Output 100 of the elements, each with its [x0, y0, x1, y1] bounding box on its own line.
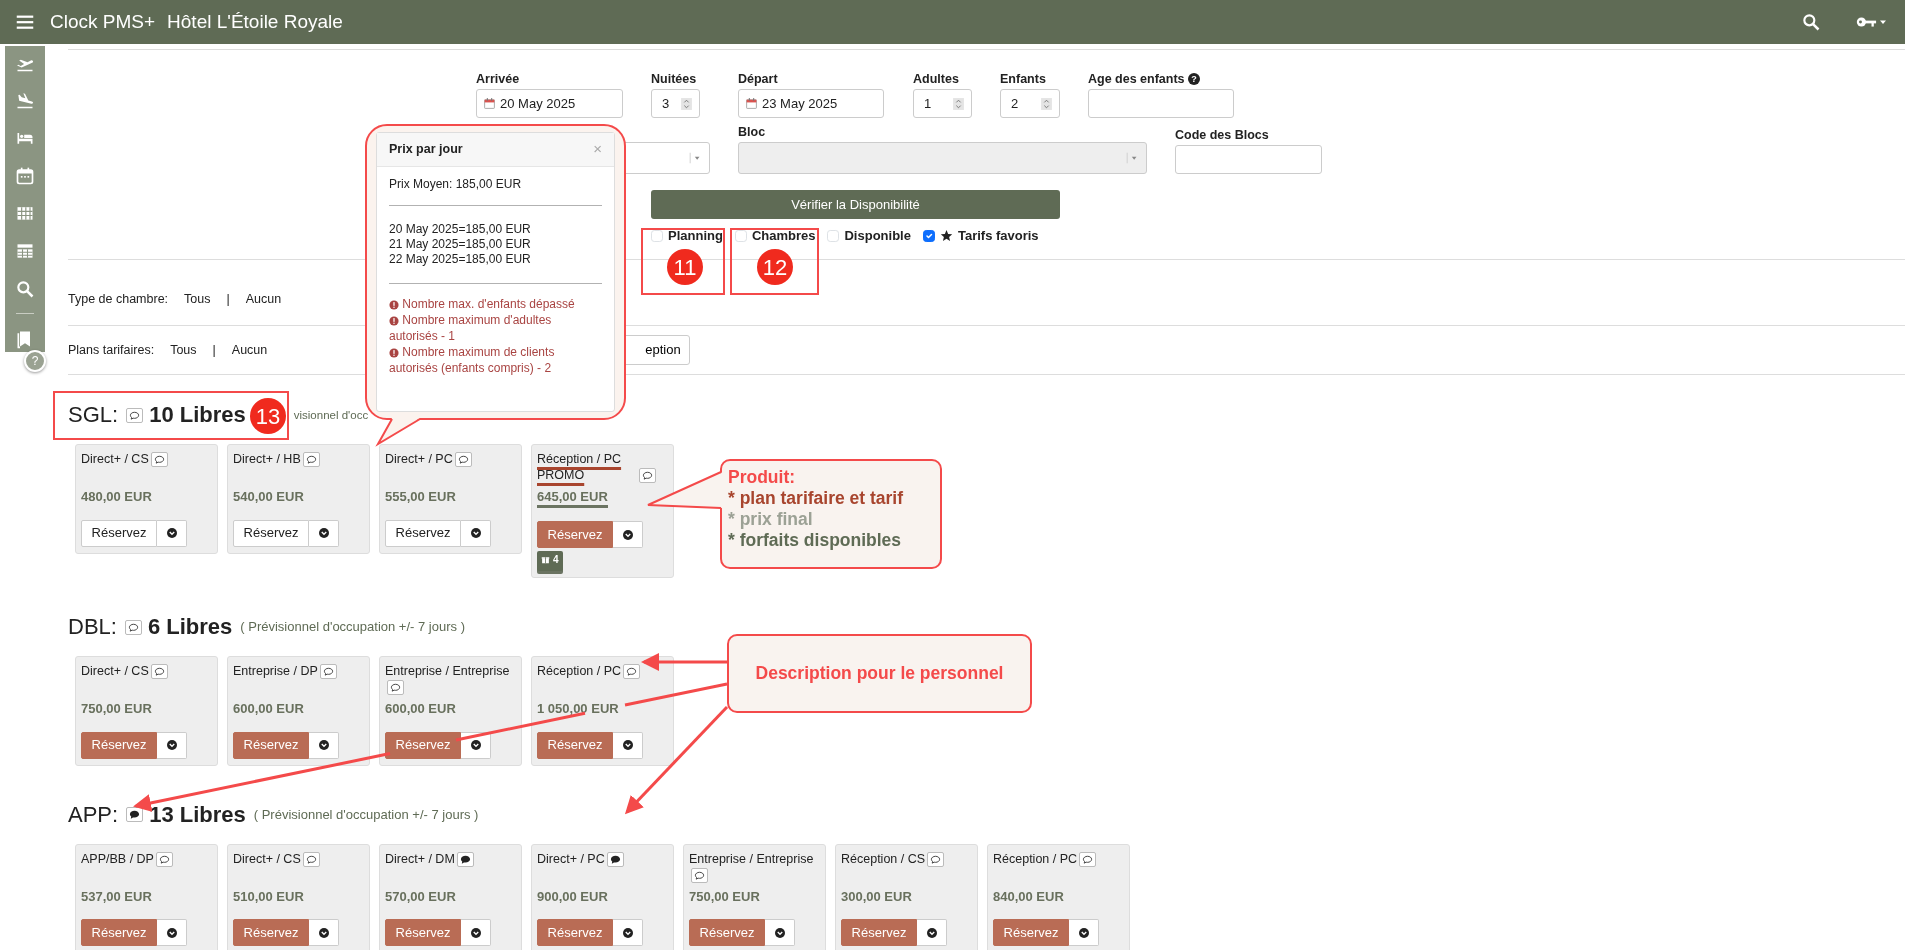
dropdown-button[interactable]	[157, 731, 187, 759]
gift-icon	[541, 555, 550, 564]
dropdown-button[interactable]	[309, 519, 339, 547]
app-title: Clock PMS+	[50, 9, 156, 34]
callout-text: Description pour le personnel	[755, 663, 1004, 684]
rate-plan-name: Réception / PC	[993, 850, 1078, 867]
rate-price: 600,00 EUR	[233, 701, 304, 717]
select-all-link[interactable]: Tous	[184, 290, 211, 309]
hotel-name: Hôtel L'Étoile Royale	[167, 9, 343, 34]
number-field[interactable]: 1	[913, 89, 972, 118]
rate-plan-name: Direct+ / CS	[81, 451, 149, 467]
dropdown-button[interactable]	[157, 919, 187, 946]
number-field[interactable]: 2	[1000, 89, 1060, 118]
checkbox-label: Planning	[668, 227, 723, 245]
dropdown-button[interactable]	[765, 919, 795, 946]
reserve-button[interactable]: Réservez	[385, 919, 461, 946]
text-field[interactable]	[1175, 145, 1322, 174]
rate-price: 540,00 EUR	[233, 489, 304, 505]
date-field[interactable]: 20 May 2025	[476, 89, 623, 118]
dropdown-button[interactable]	[461, 919, 491, 946]
dropdown-button[interactable]	[613, 731, 643, 759]
reserve-button[interactable]: Réservez	[385, 519, 461, 547]
rate-price: 750,00 EUR	[81, 701, 152, 717]
occupancy-forecast-link[interactable]: ( Prévisionnel d'occupation +/- 7 jours )	[253, 801, 479, 828]
dropdown-button[interactable]	[613, 521, 643, 548]
reserve-button[interactable]: Réservez	[537, 521, 613, 548]
checkbox-label: Chambres	[751, 227, 816, 245]
warning-text: Nombre maximum d'adultes autorisés - 1	[389, 311, 553, 344]
field-label: Arrivée	[476, 72, 520, 86]
dropdown-button[interactable]	[461, 519, 491, 547]
field-label: Bloc	[738, 125, 766, 139]
checkbox-label: Disponible	[844, 227, 911, 245]
filter-label: Type de chambre:	[68, 291, 169, 309]
reserve-button[interactable]: Réservez	[81, 519, 157, 547]
field-label: Départ	[738, 72, 778, 86]
chevron-down-icon	[1077, 926, 1090, 939]
dropdown-button[interactable]	[917, 919, 947, 946]
dropdown-button[interactable]	[1069, 919, 1099, 946]
rate-price: 645,00 EUR	[537, 489, 608, 508]
callout-text: * prix final	[728, 509, 814, 530]
average-price-text: Prix Moyen: 185,00 EUR	[389, 175, 523, 193]
rate-plan-name: Direct+ / CS	[233, 850, 301, 867]
warning-text: Nombre max. d'enfants dépassé	[389, 295, 602, 312]
rate-price: 480,00 EUR	[81, 489, 152, 505]
field-label: Code des Blocs	[1175, 128, 1269, 142]
dropdown-button[interactable]	[309, 919, 339, 946]
warning-icon	[389, 299, 399, 310]
select-all-link[interactable]: Tous	[170, 340, 197, 360]
star-icon	[939, 229, 953, 243]
field-label: Nuitées	[651, 72, 697, 86]
dropdown-button[interactable]	[157, 519, 187, 547]
chevron-down-icon	[621, 739, 634, 751]
chevron-down-icon	[621, 926, 634, 939]
chevron-down-icon	[317, 527, 330, 539]
dropdown-button[interactable]	[309, 731, 339, 759]
field-label: Age des enfants	[1088, 72, 1185, 86]
reserve-button[interactable]: Réservez	[233, 519, 309, 547]
chevron-down-icon	[165, 926, 178, 939]
separator-text: |	[226, 291, 230, 309]
rate-plan-name: Direct+ / PC	[385, 451, 453, 467]
rate-plan-name: Entreprise / Entreprise	[385, 663, 510, 679]
rate-price: 900,00 EUR	[537, 888, 608, 905]
reserve-button[interactable]: Réservez	[81, 731, 157, 759]
select-none-link[interactable]: Aucun	[245, 290, 282, 309]
callout-text: * plan tarifaire et tarif	[728, 488, 905, 509]
text-field[interactable]	[1088, 89, 1234, 118]
help-icon[interactable]: ?	[1188, 73, 1201, 85]
rate-price: 1 050,00 EUR	[537, 701, 619, 717]
rate-price: 510,00 EUR	[233, 888, 304, 905]
reserve-button[interactable]: Réservez	[233, 731, 309, 759]
reserve-button[interactable]: Réservez	[537, 731, 613, 759]
reserve-button[interactable]: Réservez	[385, 731, 461, 759]
reserve-button[interactable]: Réservez	[233, 919, 309, 946]
chevron-down-icon	[165, 527, 178, 539]
chevron-down-icon	[317, 926, 330, 939]
date-field[interactable]: 23 May 2025	[738, 89, 884, 118]
warning-icon	[389, 315, 399, 326]
rate-price: 600,00 EUR	[385, 701, 456, 717]
rate-price: 570,00 EUR	[385, 888, 456, 905]
reserve-button[interactable]: Réservez	[993, 919, 1069, 946]
check-availability-button[interactable]: Vérifier la Disponibilité	[651, 190, 1060, 219]
reserve-button[interactable]: Réservez	[537, 919, 613, 946]
dropdown-button[interactable]	[613, 919, 643, 946]
chevron-down-icon	[469, 739, 482, 751]
warning-icon	[389, 347, 399, 358]
select-none-link[interactable]: Aucun	[231, 340, 268, 360]
number-field[interactable]: 3	[651, 89, 700, 118]
room-type-code: SGL:	[68, 402, 119, 428]
reserve-button[interactable]: Réservez	[689, 919, 765, 946]
reserve-button[interactable]: Réservez	[841, 919, 917, 946]
rate-plan-name: Direct+ / CS	[81, 663, 149, 679]
callout-text: * forfaits disponibles	[728, 530, 903, 551]
rate-plan-name: Direct+ / PC	[537, 850, 605, 867]
checkbox[interactable]	[922, 229, 935, 242]
reserve-button[interactable]: Réservez	[81, 919, 157, 946]
occupancy-forecast-link[interactable]: ( Prévisionnel d'occupation +/- 7 jours )	[240, 614, 465, 640]
chevron-down-icon	[773, 926, 786, 939]
separator-text: |	[212, 341, 216, 359]
chevron-down-icon	[621, 528, 634, 541]
rate-plan-name: Réception / CS	[841, 850, 926, 867]
